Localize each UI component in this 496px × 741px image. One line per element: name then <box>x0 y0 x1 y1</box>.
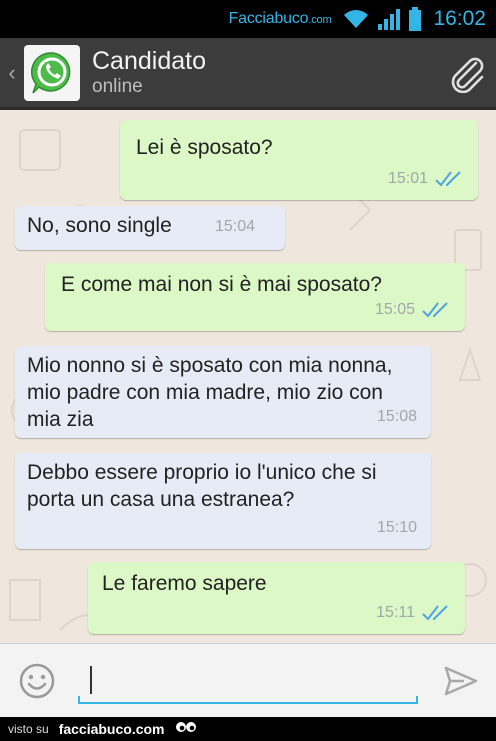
incoming-message[interactable]: Mio nonno si è sposato con mia nonna, mi… <box>15 346 431 438</box>
signal-icon <box>377 8 401 30</box>
whatsapp-icon[interactable] <box>24 44 80 101</box>
read-receipt-icon <box>421 301 451 319</box>
outgoing-message[interactable]: E come mai non si è mai sposato? 15:05 <box>45 263 465 331</box>
watermark-footer: visto su facciabuco.com <box>0 717 496 741</box>
message-meta: 15:05 <box>375 296 451 323</box>
message-time: 15:05 <box>374 301 415 318</box>
message-text: Mio nonno si è sposato con mia nonna, mi… <box>27 354 393 431</box>
read-receipt-icon <box>434 170 464 188</box>
contact-info[interactable]: Candidato online <box>92 47 436 99</box>
send-icon[interactable] <box>444 666 478 701</box>
message-text: Debbo essere proprio io l'unico che si p… <box>27 461 377 511</box>
message-meta: 15:10 <box>377 514 417 541</box>
outgoing-message[interactable]: Lei è sposato? 15:01 <box>120 120 478 200</box>
status-brand: Facciabuco.com <box>228 10 332 27</box>
outgoing-message[interactable]: Le faremo sapere 15:11 <box>88 562 465 634</box>
message-text: Lei è sposato? <box>136 136 273 159</box>
text-cursor <box>90 666 92 694</box>
read-receipt-icon <box>421 604 451 622</box>
message-time: 15:04 <box>214 218 255 235</box>
status-time: 16:02 <box>433 7 486 30</box>
wifi-icon <box>343 9 369 29</box>
message-meta: 15:01 <box>388 165 464 192</box>
smiley-icon[interactable] <box>18 662 56 705</box>
message-time: 15:08 <box>376 408 417 425</box>
message-input[interactable] <box>78 658 418 702</box>
message-time: 15:11 <box>376 604 415 621</box>
contact-name: Candidato <box>92 46 206 75</box>
message-text: Le faremo sapere <box>102 572 267 595</box>
incoming-message[interactable]: No, sono single 15:04 <box>15 206 285 250</box>
battery-icon <box>409 7 422 31</box>
chat-area[interactable]: Lei è sposato? 15:01 No, sono single 15:04 E… <box>0 110 496 643</box>
incoming-message[interactable]: Debbo essere proprio io l'unico che si p… <box>15 453 431 549</box>
message-input-field[interactable] <box>78 658 418 704</box>
message-meta: 15:04 <box>215 213 255 240</box>
back-button[interactable]: ‹ <box>2 60 22 86</box>
message-time: 15:01 <box>387 170 428 187</box>
message-meta: 15:08 <box>377 403 417 430</box>
eyes-icon <box>175 720 197 739</box>
chat-header: ‹ Candidato online <box>0 38 496 110</box>
paperclip-icon[interactable] <box>436 37 496 109</box>
footer-brand: facciabuco.com <box>58 721 165 737</box>
composer <box>0 643 496 717</box>
message-text: E come mai non si è mai sposato? <box>61 273 382 296</box>
message-time: 15:10 <box>376 519 417 536</box>
message-meta: 15:11 <box>376 599 451 626</box>
status-bar: Facciabuco.com 16:02 <box>0 0 496 38</box>
contact-status: online <box>92 75 143 97</box>
footer-prefix: visto su <box>8 722 49 736</box>
